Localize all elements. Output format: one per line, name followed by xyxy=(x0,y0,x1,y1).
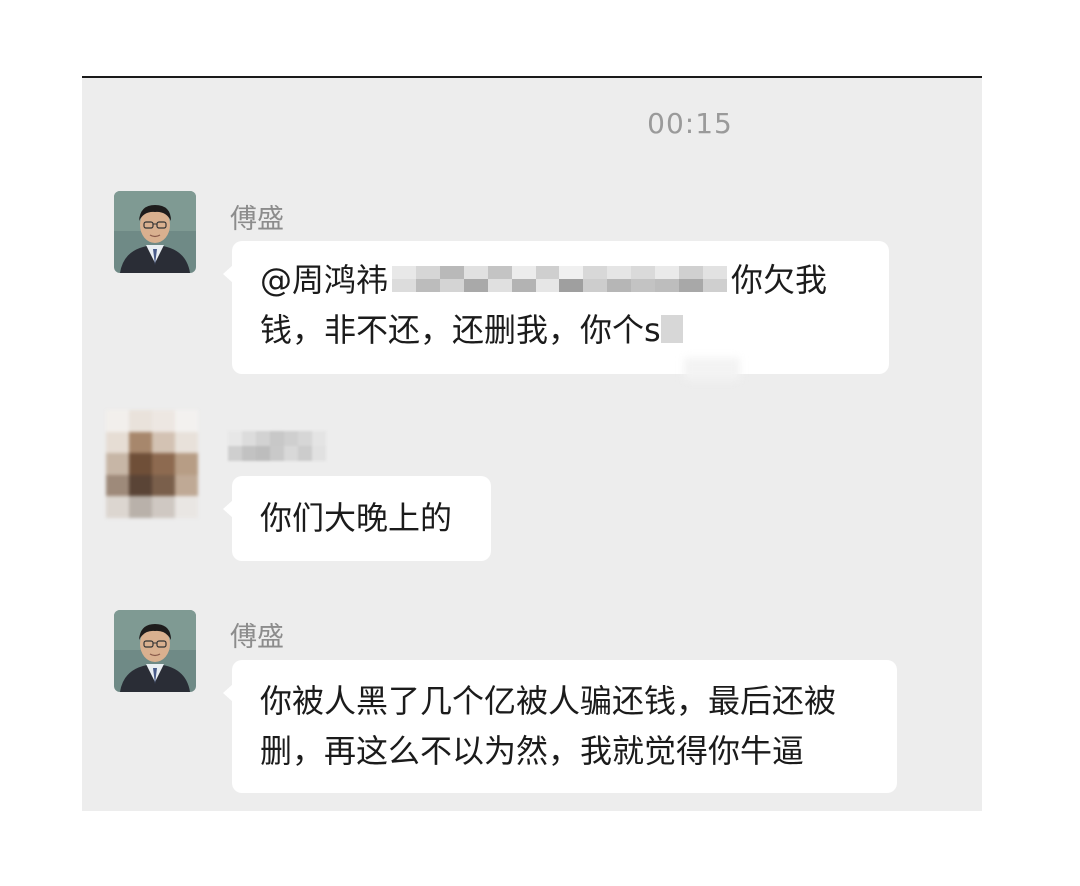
avatar-icon[interactable] xyxy=(114,191,196,273)
message-line: @周鸿祎 你欠我 xyxy=(260,255,861,305)
message-text: 你被人黑了几个亿被人骗还钱，最后还被 xyxy=(260,682,837,720)
message-bubble[interactable]: 你被人黑了几个亿被人骗还钱，最后还被 删，再这么不以为然，我就觉得你牛逼 xyxy=(223,660,897,793)
mention-text: @周鸿祎 xyxy=(260,261,389,299)
message-text: 你欠我 xyxy=(731,261,828,299)
pixelated-sender-name xyxy=(228,431,326,461)
redacted-blur xyxy=(684,358,740,380)
top-divider xyxy=(82,76,982,78)
message-text: 删，再这么不以为然，我就觉得你牛逼 xyxy=(260,732,805,770)
message-line: 钱，非不还，还删我，你个s xyxy=(260,305,861,355)
message-timestamp: 00:15 xyxy=(647,107,733,140)
sender-name: 傅盛 xyxy=(230,204,284,235)
redacted-blur xyxy=(660,315,683,343)
portrait-icon xyxy=(114,610,196,692)
message-text: 钱，非不还，还删我，你个s xyxy=(260,311,661,349)
message-bubble[interactable]: 你们大晚上的 xyxy=(223,476,491,561)
message-bubble[interactable]: @周鸿祎 你欠我 钱，非不还，还删我，你个s xyxy=(223,241,889,374)
redacted-mosaic xyxy=(392,266,727,292)
portrait-icon xyxy=(114,191,196,273)
pixelated-avatar-icon[interactable] xyxy=(106,410,198,518)
avatar-icon[interactable] xyxy=(114,610,196,692)
message-text: 你们大晚上的 xyxy=(260,499,453,537)
sender-name: 傅盛 xyxy=(230,622,284,653)
